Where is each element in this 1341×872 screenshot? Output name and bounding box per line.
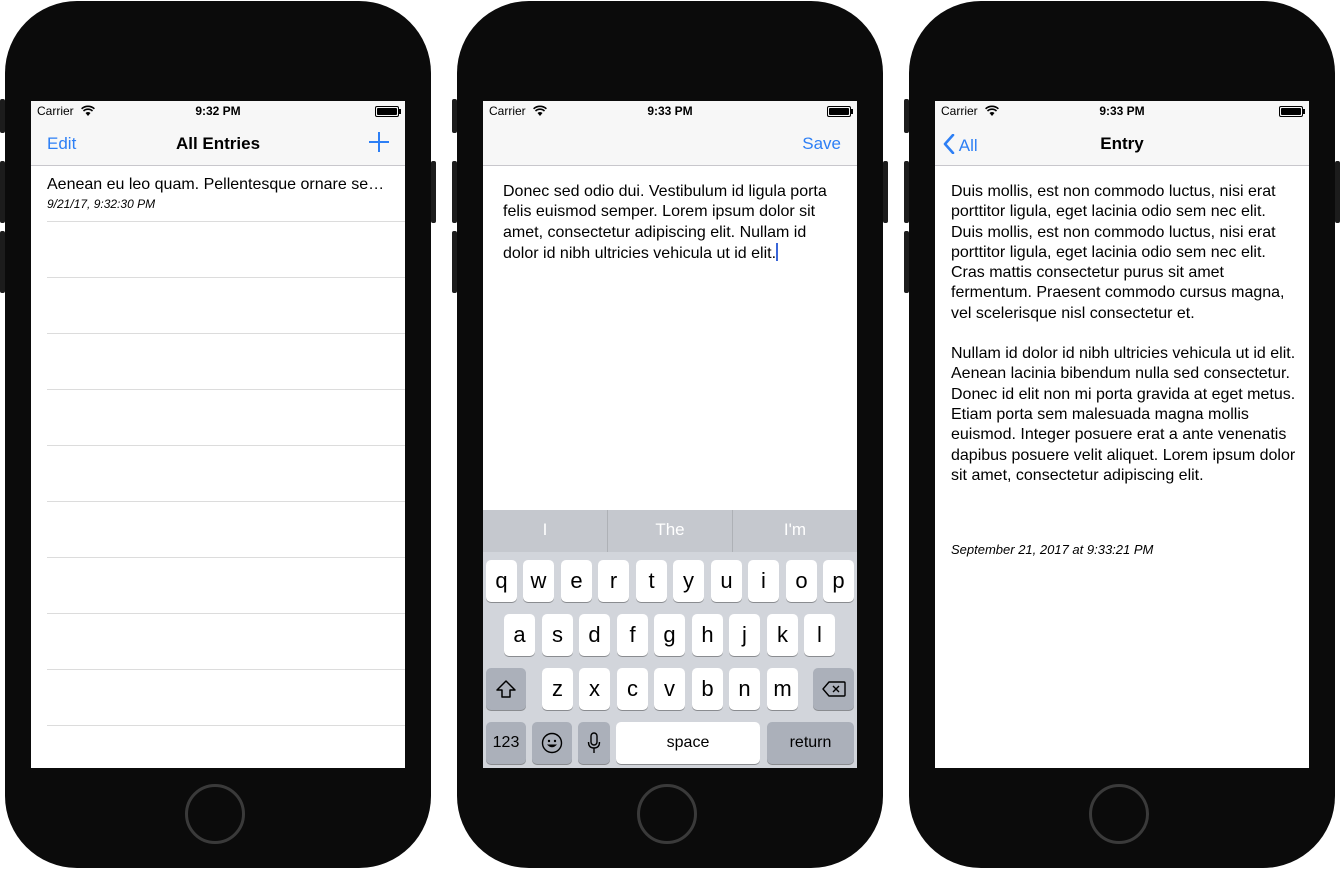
key-u[interactable]: u <box>711 560 742 602</box>
volume-up-button <box>904 161 909 223</box>
key-e[interactable]: e <box>561 560 592 602</box>
entry-date: September 21, 2017 at 9:33:21 PM <box>951 542 1154 557</box>
text-cursor <box>776 242 779 261</box>
key-l[interactable]: l <box>804 614 835 656</box>
entry-text-editor[interactable]: Donec sed odio dui. Vestibulum id ligula… <box>503 182 833 264</box>
entry-paragraph: Nullam id dolor id nibh ultricies vehicu… <box>951 345 1296 484</box>
space-key[interactable]: space <box>616 722 760 764</box>
empty-row <box>47 558 405 614</box>
navigation-bar: Carrier 9:33 PM Save <box>483 101 857 166</box>
battery-icon <box>827 106 853 117</box>
keyboard: I The I'm q w e r t y u i o p a s d f g … <box>483 510 857 768</box>
key-g[interactable]: g <box>654 614 685 656</box>
navigation-bar: Carrier 9:32 PM Edit All Entries <box>31 101 405 166</box>
phone-frame-editor: Carrier 9:33 PM Save Donec sed odio dui.… <box>452 1 888 868</box>
empty-row <box>47 334 405 390</box>
plus-icon[interactable] <box>369 132 389 152</box>
key-r[interactable]: r <box>598 560 629 602</box>
emoji-key[interactable] <box>532 722 572 764</box>
key-i[interactable]: i <box>748 560 779 602</box>
key-c[interactable]: c <box>617 668 648 710</box>
suggestion-2[interactable]: The <box>608 510 732 552</box>
empty-row <box>47 502 405 558</box>
home-button[interactable] <box>1089 784 1149 844</box>
delete-key[interactable] <box>813 668 854 710</box>
return-key[interactable]: return <box>767 722 854 764</box>
key-q[interactable]: q <box>486 560 517 602</box>
status-bar: Carrier 9:33 PM <box>483 101 857 121</box>
key-v[interactable]: v <box>654 668 685 710</box>
entry-date: 9/21/17, 9:32:30 PM <box>47 197 156 211</box>
battery-icon <box>1279 106 1305 117</box>
volume-down-button <box>452 231 457 293</box>
empty-row <box>47 278 405 334</box>
volume-down-button <box>904 231 909 293</box>
power-button <box>431 161 436 223</box>
key-p[interactable]: p <box>823 560 854 602</box>
emoji-icon <box>541 732 563 754</box>
entry-title: Aenean eu leo quam. Pellentesque ornare … <box>47 176 393 193</box>
mute-switch <box>0 99 5 133</box>
key-f[interactable]: f <box>617 614 648 656</box>
microphone-icon <box>587 732 601 753</box>
key-h[interactable]: h <box>692 614 723 656</box>
power-button <box>1335 161 1340 223</box>
empty-row <box>47 446 405 502</box>
entry-paragraph: Duis mollis, est non commodo luctus, nis… <box>951 183 1285 322</box>
empty-row <box>47 390 405 446</box>
key-s[interactable]: s <box>542 614 573 656</box>
key-w[interactable]: w <box>523 560 554 602</box>
key-t[interactable]: t <box>636 560 667 602</box>
key-y[interactable]: y <box>673 560 704 602</box>
dictation-key[interactable] <box>578 722 610 764</box>
screen-entry-detail: Carrier 9:33 PM All Entry Duis mollis, e… <box>935 101 1309 768</box>
empty-row <box>47 670 405 726</box>
key-b[interactable]: b <box>692 668 723 710</box>
key-x[interactable]: x <box>579 668 610 710</box>
battery-icon <box>375 106 401 117</box>
key-m[interactable]: m <box>767 668 798 710</box>
navigation-bar: Carrier 9:33 PM All Entry <box>935 101 1309 166</box>
phone-frame-entry: Carrier 9:33 PM All Entry Duis mollis, e… <box>904 1 1340 868</box>
suggestion-1[interactable]: I <box>483 510 607 552</box>
volume-down-button <box>0 231 5 293</box>
status-bar: Carrier 9:33 PM <box>935 101 1309 121</box>
status-time: 9:33 PM <box>1099 104 1145 118</box>
backspace-icon <box>821 681 846 697</box>
suggestion-3[interactable]: I'm <box>733 510 857 552</box>
power-button <box>883 161 888 223</box>
shift-key[interactable] <box>486 668 526 710</box>
screen-all-entries: Carrier 9:32 PM Edit All Entries Aenean … <box>31 101 405 768</box>
screen-editor: Carrier 9:33 PM Save Donec sed odio dui.… <box>483 101 857 768</box>
status-time: 9:33 PM <box>647 104 693 118</box>
page-title: All Entries <box>175 134 261 153</box>
volume-up-button <box>0 161 5 223</box>
status-bar: Carrier 9:32 PM <box>31 101 405 121</box>
key-a[interactable]: a <box>504 614 535 656</box>
key-z[interactable]: z <box>542 668 573 710</box>
key-n[interactable]: n <box>729 668 760 710</box>
entry-body: Duis mollis, est non commodo luctus, nis… <box>951 182 1296 506</box>
save-button[interactable]: Save <box>802 134 841 154</box>
page-title: Entry <box>1100 134 1144 153</box>
mute-switch <box>452 99 457 133</box>
key-k[interactable]: k <box>767 614 798 656</box>
mute-switch <box>904 99 909 133</box>
volume-up-button <box>452 161 457 223</box>
status-time: 9:32 PM <box>195 104 241 118</box>
key-o[interactable]: o <box>786 560 817 602</box>
empty-row <box>47 726 405 768</box>
empty-row <box>47 222 405 278</box>
list-item[interactable]: Aenean eu leo quam. Pellentesque ornare … <box>47 166 405 222</box>
shift-icon <box>496 680 516 698</box>
numbers-key[interactable]: 123 <box>486 722 526 764</box>
key-d[interactable]: d <box>579 614 610 656</box>
home-button[interactable] <box>185 784 245 844</box>
key-j[interactable]: j <box>729 614 760 656</box>
editor-text: Donec sed odio dui. Vestibulum id ligula… <box>503 183 827 262</box>
phone-frame-list: Carrier 9:32 PM Edit All Entries Aenean … <box>0 1 436 868</box>
home-button[interactable] <box>637 784 697 844</box>
empty-row <box>47 614 405 670</box>
